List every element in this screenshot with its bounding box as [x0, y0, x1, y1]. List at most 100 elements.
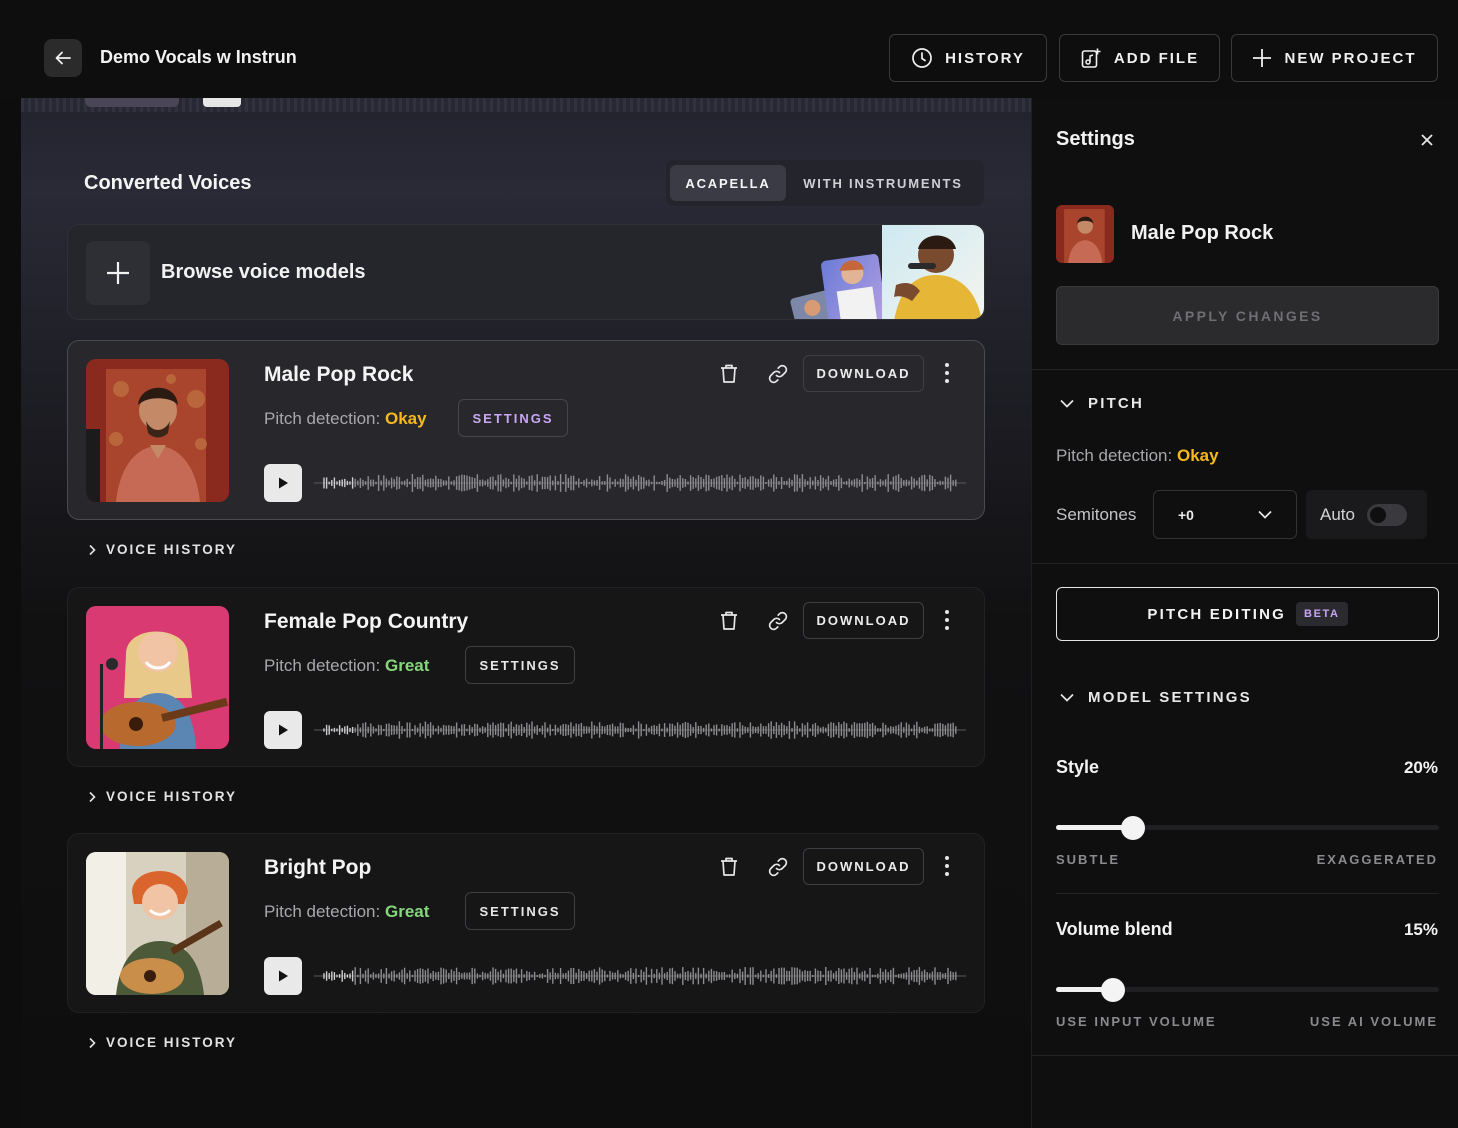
divider [1032, 563, 1458, 564]
pitch-section-label: PITCH [1088, 395, 1144, 412]
voice-card-bright-pop[interactable]: Bright Pop Pitch detection: Great SETTIN… [67, 833, 985, 1013]
pitch-detection-value: Okay [1176, 446, 1219, 465]
voice-history-toggle[interactable]: VOICE HISTORY [88, 542, 237, 557]
style-slider[interactable] [1056, 816, 1439, 840]
play-button[interactable] [264, 957, 302, 995]
browse-label: Browse voice models [161, 261, 366, 283]
pitch-editing-button[interactable]: PITCH EDITING BETA [1056, 587, 1439, 641]
style-min-label: SUBTLE [1056, 852, 1120, 867]
play-button[interactable] [264, 464, 302, 502]
voice-history-toggle[interactable]: VOICE HISTORY [88, 789, 237, 804]
volume-max-label: USE AI VOLUME [1309, 1014, 1438, 1029]
voice-title: Male Pop Rock [264, 363, 414, 386]
pitch-detection-label: Pitch detection: [264, 902, 381, 921]
pitch-section-toggle[interactable]: PITCH [1060, 395, 1144, 412]
download-button[interactable]: DOWNLOAD [803, 848, 924, 885]
pitch-detection-label: Pitch detection: [264, 656, 381, 675]
link-icon[interactable] [765, 361, 791, 387]
voice-history-label: VOICE HISTORY [106, 542, 238, 557]
panel-title: Settings [1056, 128, 1135, 150]
divider [1032, 1055, 1458, 1056]
voice-thumbnail [86, 852, 229, 995]
pitch-detection: Pitch detection: Okay [264, 409, 427, 429]
arrow-left-icon [55, 51, 71, 65]
close-icon[interactable] [1417, 130, 1437, 150]
new-project-label: NEW PROJECT [1284, 49, 1417, 67]
download-button[interactable]: DOWNLOAD [803, 355, 924, 392]
more-options-icon[interactable] [936, 359, 958, 387]
link-icon[interactable] [765, 854, 791, 880]
settings-button[interactable]: SETTINGS [465, 646, 575, 684]
voice-history-toggle[interactable]: VOICE HISTORY [88, 1035, 237, 1050]
style-value: 20% [1403, 758, 1438, 777]
auto-pitch: Auto [1306, 490, 1427, 539]
trash-icon[interactable] [716, 361, 742, 387]
trash-icon[interactable] [716, 854, 742, 880]
voice-title: Female Pop Country [264, 610, 469, 633]
play-icon [279, 477, 288, 489]
chevron-right-icon [89, 1037, 96, 1048]
pitch-detection-value: Great [384, 902, 430, 921]
plus-icon [86, 241, 150, 305]
auto-label: Auto [1320, 504, 1355, 524]
plus-icon [1253, 49, 1272, 67]
link-icon[interactable] [765, 608, 791, 634]
chevron-down-icon [1060, 399, 1074, 408]
divider [1056, 893, 1439, 894]
voice-title: Bright Pop [264, 856, 372, 879]
output-mode-tabs: ACAPELLA WITH INSTRUMENTS [666, 160, 984, 206]
play-button[interactable] [264, 711, 302, 749]
top-bar: Demo Vocals w Instrun HISTORY ADD FILE N… [0, 0, 1458, 98]
waveform[interactable] [314, 958, 966, 994]
style-max-label: EXAGGERATED [1316, 852, 1438, 867]
voice-card-female-pop-country[interactable]: Female Pop Country Pitch detection: Grea… [67, 587, 985, 767]
add-music-file-icon [1081, 48, 1101, 68]
pitch-detection-label: Pitch detection: [1056, 446, 1173, 465]
download-button[interactable]: DOWNLOAD [803, 602, 924, 639]
project-title[interactable]: Demo Vocals w Instrun [100, 47, 297, 68]
new-project-button[interactable]: NEW PROJECT [1231, 34, 1438, 82]
settings-button[interactable]: SETTINGS [465, 892, 575, 930]
semitones-label: Semitones [1056, 505, 1137, 524]
volume-slider-handle[interactable] [1101, 978, 1126, 1002]
settings-button[interactable]: SETTINGS [458, 399, 568, 437]
volume-blend-slider[interactable] [1056, 978, 1439, 1002]
apply-changes-button[interactable]: APPLY CHANGES [1056, 286, 1439, 345]
semitones-value: +0 [1178, 506, 1194, 523]
auto-toggle[interactable] [1366, 503, 1407, 526]
pitch-editing-label: PITCH EDITING [1147, 605, 1287, 623]
pitch-detection: Pitch detection: Great [264, 656, 429, 676]
tab-with-instruments[interactable]: WITH INSTRUMENTS [786, 165, 980, 201]
pitch-detection: Pitch detection: Okay [1056, 446, 1219, 466]
model-settings-label: MODEL SETTINGS [1088, 689, 1252, 706]
pitch-detection: Pitch detection: Great [264, 902, 429, 922]
selected-voice-name: Male Pop Rock [1131, 222, 1274, 244]
beta-badge: BETA [1296, 602, 1348, 626]
voice-models-collage [790, 225, 984, 319]
more-options-icon[interactable] [936, 606, 958, 634]
browse-voice-models-button[interactable]: Browse voice models [67, 224, 985, 320]
chevron-down-icon [1258, 510, 1272, 519]
volume-blend-value: 15% [1403, 920, 1438, 939]
pitch-detection-value: Great [384, 656, 430, 675]
scrolled-element [203, 98, 241, 107]
voice-thumbnail [86, 359, 229, 502]
chevron-right-icon [89, 791, 96, 802]
more-options-icon[interactable] [936, 852, 958, 880]
voice-card-male-pop-rock[interactable]: Male Pop Rock Pitch detection: Okay SETT… [67, 340, 985, 520]
model-settings-toggle[interactable]: MODEL SETTINGS [1060, 689, 1252, 706]
style-slider-handle[interactable] [1120, 816, 1145, 840]
play-icon [279, 724, 288, 736]
trash-icon[interactable] [716, 608, 742, 634]
waveform[interactable] [314, 465, 966, 501]
clock-icon [912, 48, 932, 68]
waveform[interactable] [314, 712, 966, 748]
scrolled-element [85, 98, 179, 107]
history-button[interactable]: HISTORY [889, 34, 1047, 82]
add-file-label: ADD FILE [1113, 49, 1200, 67]
tab-acapella[interactable]: ACAPELLA [670, 165, 786, 201]
back-button[interactable] [44, 39, 82, 77]
add-file-button[interactable]: ADD FILE [1059, 34, 1220, 82]
semitones-select[interactable]: +0 [1153, 490, 1297, 539]
voice-history-label: VOICE HISTORY [106, 789, 238, 804]
